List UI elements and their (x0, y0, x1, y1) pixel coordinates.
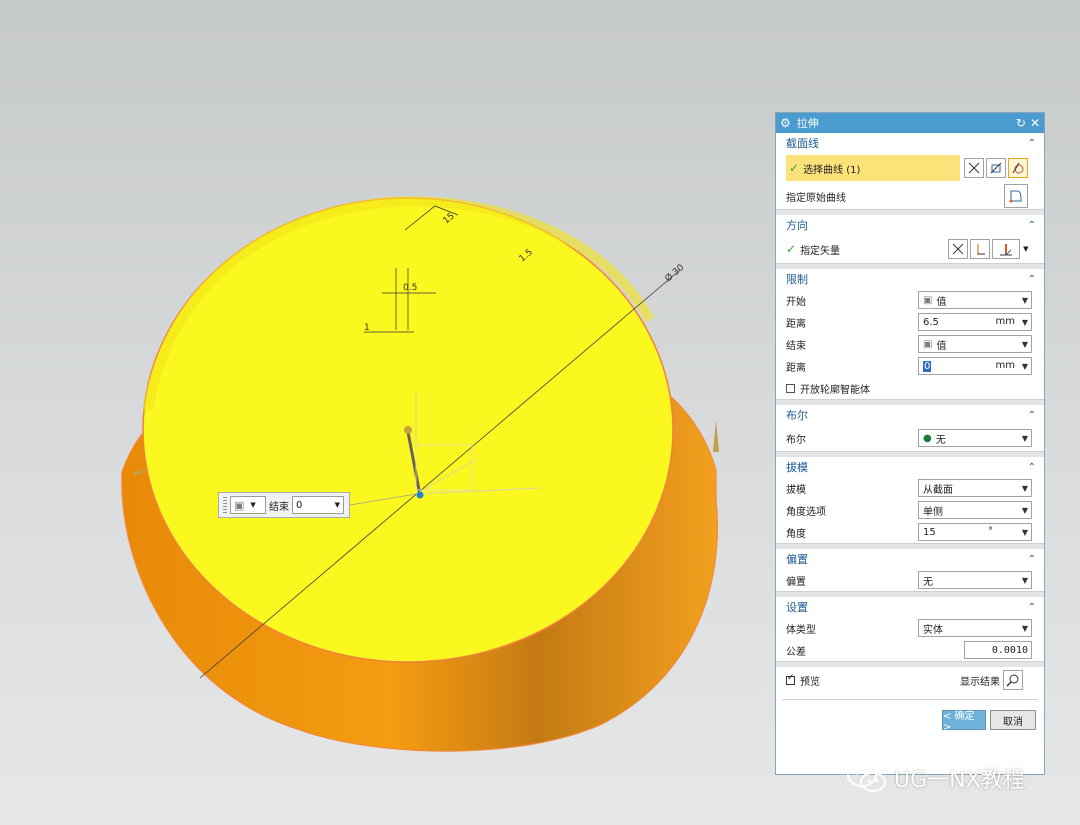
curve-select-icon[interactable] (1008, 158, 1028, 178)
specify-origin-row[interactable]: 指定原始曲线 (776, 183, 1044, 209)
chevron-down-icon: ▼ (1021, 434, 1028, 443)
curve-rule-icon[interactable] (964, 158, 984, 178)
chevron-up-icon[interactable]: ⌃ (1028, 462, 1036, 473)
drag-grip[interactable] (223, 497, 227, 513)
open-profile-row[interactable]: 开放轮廓智能体 (776, 377, 1044, 399)
dialog-titlebar[interactable]: ⚙ 拉伸 ↻ ✕ (776, 113, 1044, 133)
chevron-down-icon: ▼ (1021, 576, 1028, 585)
preview-row: ✓ 预览 显示结果 (776, 667, 1044, 693)
end-type-dropdown[interactable]: ▣ 值 ▼ (918, 335, 1032, 353)
section-header-limits[interactable]: 限制 ⌃ (776, 269, 1044, 289)
end-row: 结束 ▣ 值 ▼ (776, 333, 1044, 355)
check-icon: ✓ (789, 161, 800, 175)
end-value-input[interactable]: 0 ▼ (292, 496, 344, 514)
angle-option-row: 角度选项 单侧 ▼ (776, 499, 1044, 521)
floating-end-toolbar[interactable]: ▣ ▼ 结束 0 ▼ (218, 492, 350, 518)
angle-option-dropdown[interactable]: 单侧 ▼ (918, 501, 1032, 519)
chevron-down-icon: ▼ (1021, 624, 1028, 633)
chevron-up-icon[interactable]: ⌃ (1028, 138, 1036, 149)
specify-origin-label: 指定原始曲线 (786, 192, 846, 204)
origin-point[interactable] (416, 491, 424, 499)
chevron-up-icon[interactable]: ⌃ (1028, 602, 1036, 613)
boolean-row: 布尔 ● 无 ▼ (776, 425, 1044, 451)
body-type-dropdown[interactable]: 实体 ▼ (918, 619, 1032, 637)
specify-vector-label: 指定矢量 (800, 245, 841, 257)
preview-label: 预览 (800, 676, 820, 688)
angle-input[interactable]: 15 ° ▼ (918, 523, 1032, 541)
dialog-title: 拉伸 (796, 117, 819, 130)
section-header-direction[interactable]: 方向 ⌃ (776, 215, 1044, 235)
chevron-down-icon: ▼ (1021, 484, 1028, 493)
cancel-button[interactable]: 取消 (990, 710, 1036, 730)
offset-row: 偏置 无 ▼ (776, 569, 1044, 591)
draft-dropdown[interactable]: 从截面 ▼ (918, 479, 1032, 497)
chevron-down-icon: ▼ (1021, 296, 1028, 305)
chevron-down-icon: ▼ (250, 501, 256, 509)
start-distance-input[interactable]: 6.5 mm ▼ (918, 313, 1032, 331)
gear-icon[interactable]: ⚙ (780, 116, 791, 130)
end-label: 结束 (269, 501, 289, 513)
wechat-icon (847, 763, 886, 792)
magnifier-icon[interactable] (1003, 670, 1023, 690)
chevron-up-icon[interactable]: ⌃ (1028, 274, 1036, 285)
chevron-down-icon: ▼ (1021, 528, 1028, 537)
chevron-down-icon[interactable]: ▼ (1023, 245, 1028, 253)
section-header-offset[interactable]: 偏置 ⌃ (776, 549, 1044, 569)
select-curve-row[interactable]: ✓ 选择曲线 (1) (776, 153, 1044, 183)
chevron-down-icon: ▼ (1021, 362, 1028, 371)
chevron-up-icon[interactable]: ⌃ (1028, 220, 1036, 231)
chevron-down-icon: ▼ (1021, 340, 1028, 349)
offset-dropdown[interactable]: 无 ▼ (918, 571, 1032, 589)
cube-icon: ▣ (234, 498, 245, 512)
extrude-dialog[interactable]: ⚙ 拉伸 ↻ ✕ 截面线 ⌃ ✓ 选择曲线 (1) 指定原始曲线 方向 ⌃ ✓ 指定… (775, 112, 1045, 775)
draft-row: 拔模 从截面 ▼ (776, 477, 1044, 499)
vector-dialog-icon[interactable] (992, 239, 1021, 259)
body-type-row: 体类型 实体 ▼ (776, 617, 1044, 639)
start-row: 开始 ▣ 值 ▼ (776, 289, 1044, 311)
start-distance-row: 距离 6.5 mm ▼ (776, 311, 1044, 333)
specify-vector-row[interactable]: ✓ 指定矢量 ▼ (776, 235, 1044, 263)
show-result-label: 显示结果 (960, 676, 1000, 688)
section-header-boolean[interactable]: 布尔 ⌃ (776, 405, 1044, 425)
sketch-section-icon[interactable] (986, 158, 1006, 178)
chevron-down-icon: ▼ (1021, 506, 1028, 515)
open-profile-checkbox[interactable] (786, 383, 795, 393)
one-dimension-label: 1 (364, 323, 370, 333)
start-type-dropdown[interactable]: ▣ 值 ▼ (918, 291, 1032, 309)
section-header-section[interactable]: 截面线 ⌃ (776, 133, 1044, 153)
half-dimension-label: 0.5 (403, 283, 417, 293)
watermark-text: UG一NX教程 (894, 768, 1025, 793)
reverse-direction-icon[interactable] (970, 239, 991, 259)
cube-icon: ▣ (923, 294, 933, 306)
chevron-up-icon[interactable]: ⌃ (1028, 554, 1036, 565)
diameter-label: Ø 30 (663, 262, 687, 284)
chevron-down-icon: ▼ (1021, 318, 1028, 327)
end-distance-input[interactable]: 0 mm ▼ (918, 357, 1032, 375)
boolean-dropdown[interactable]: ● 无 ▼ (918, 429, 1032, 447)
boolean-none-icon: ● (923, 432, 932, 444)
end-distance-row: 距离 0 mm ▼ (776, 355, 1044, 377)
chevron-up-icon[interactable]: ⌃ (1028, 410, 1036, 421)
end-type-dropdown[interactable]: ▣ ▼ (230, 496, 266, 514)
section-header-settings[interactable]: 设置 ⌃ (776, 597, 1044, 617)
check-icon: ✓ (786, 242, 797, 256)
cube-icon: ▣ (923, 338, 933, 350)
reset-icon[interactable]: ↻ (1016, 116, 1026, 130)
watermark: UG一NX教程 (846, 760, 1025, 796)
section-header-draft[interactable]: 拔模 ⌃ (776, 457, 1044, 477)
origin-curve-icon[interactable] (1004, 184, 1028, 208)
ok-button[interactable]: < 确定 > (942, 710, 986, 733)
tolerance-input[interactable]: 0.0010 (964, 641, 1032, 659)
preview-checkbox[interactable]: ✓ (786, 673, 795, 685)
close-icon[interactable]: ✕ (1030, 116, 1040, 130)
tolerance-row: 公差 0.0010 (776, 639, 1044, 661)
chevron-down-icon: ▼ (334, 501, 340, 509)
select-curve-label: 选择曲线 (1) (803, 164, 861, 176)
vector-reset-icon[interactable] (948, 239, 969, 259)
angle-row: 角度 15 ° ▼ (776, 521, 1044, 543)
